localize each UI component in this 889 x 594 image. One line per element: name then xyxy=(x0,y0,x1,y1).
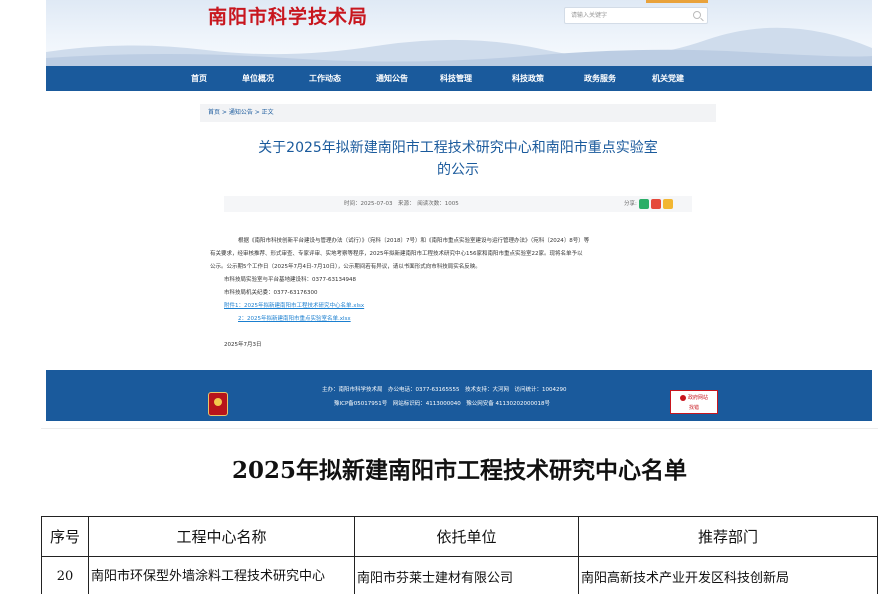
nav-item-party[interactable]: 机关党建 xyxy=(652,66,684,91)
center-list-table: 序号 工程中心名称 依托单位 推荐部门 20 南阳市环保型外墙涂料工程技术研究中… xyxy=(41,516,878,594)
website-screenshot: 南阳市科学技术局 请输入关键字 首页 单位概况 工作动态 通知公告 科技管理 科… xyxy=(46,0,872,421)
table-header-row: 序号 工程中心名称 依托单位 推荐部门 xyxy=(41,516,878,557)
main-nav: 首页 单位概况 工作动态 通知公告 科技管理 科技政策 政务服务 机关党建 xyxy=(46,66,872,91)
contact-discipline-office: 市科技局机关纪委：0377-63176300 xyxy=(224,290,318,296)
wechat-share-icon[interactable] xyxy=(638,199,649,209)
article-meta-info: 时间：2025-07-03 来源： 阅读次数：1005 xyxy=(344,201,459,207)
nav-item-home[interactable]: 首页 xyxy=(191,66,207,91)
nav-item-services[interactable]: 政务服务 xyxy=(584,66,616,91)
share-label: 分享: xyxy=(624,201,637,207)
share-bar: 分享: xyxy=(624,196,673,212)
gov-badge-line1: 政府网站 xyxy=(687,395,708,401)
article-title: 关于2025年拟新建南阳市工程技术研究中心和南阳市重点实验室 的公示 xyxy=(200,137,716,181)
search-placeholder: 请输入关键字 xyxy=(571,12,608,19)
site-footer: 主办：南阳市科学技术局 办公电话：0377-63165555 技术支持：大河网 … xyxy=(46,370,872,421)
cell-name: 南阳市环保型外墙涂料工程技术研究中心 xyxy=(88,556,355,594)
column-header-no: 序号 xyxy=(41,516,89,557)
mountain-banner-graphic xyxy=(46,27,872,66)
column-header-name: 工程中心名称 xyxy=(88,516,355,557)
gov-site-error-badge[interactable]: 政府网站 找错 xyxy=(670,390,718,414)
qzone-share-icon[interactable] xyxy=(662,199,673,209)
article-title-line1: 关于2025年拟新建南阳市工程技术研究中心和南阳市重点实验室 xyxy=(258,140,658,156)
header-accent-strip xyxy=(646,0,708,3)
article-meta-bar: 时间：2025-07-03 来源： 阅读次数：1005 分享: xyxy=(224,196,692,212)
site-header: 南阳市科学技术局 请输入关键字 xyxy=(46,0,872,66)
nav-item-notices[interactable]: 通知公告 xyxy=(376,66,408,91)
body-paragraph-line2: 有关要求，经审核推荐、形式审查、专家评审、实地考察等程序，2025年拟新建南阳市… xyxy=(210,251,583,257)
cell-dept: 南阳高新技术产业开发区科技创新局 xyxy=(578,556,878,594)
breadcrumb[interactable]: 首页 > 通知公告 > 正文 xyxy=(200,104,716,122)
weibo-share-icon[interactable] xyxy=(650,199,661,209)
body-paragraph-line3: 公示。公示期5个工作日（2025年7月4日-7月10日），公示期间若有异议，请以… xyxy=(210,264,481,270)
cell-no: 20 xyxy=(41,556,89,594)
nav-item-tech-policy[interactable]: 科技政策 xyxy=(512,66,544,91)
attachment-link-2[interactable]: 2：2025年拟新建南阳市重点实验室名单.xlsx xyxy=(224,313,704,326)
article-title-line2: 的公示 xyxy=(437,162,479,178)
gov-emblem-icon xyxy=(679,394,686,401)
attachment-document: 2025年拟新建南阳市工程技术研究中心名单 序号 工程中心名称 依托单位 推荐部… xyxy=(41,428,878,594)
document-title: 2025年拟新建南阳市工程技术研究中心名单 xyxy=(231,457,687,484)
search-input[interactable]: 请输入关键字 xyxy=(564,7,708,24)
national-emblem-icon xyxy=(208,392,228,416)
table-row: 20 南阳市环保型外墙涂料工程技术研究中心 南阳市芬莱士建材有限公司 南阳高新技… xyxy=(41,556,878,594)
contact-lab-office: 市科技局实验室与平台基地建设科：0377-63134948 xyxy=(224,277,356,283)
search-icon[interactable] xyxy=(693,11,701,19)
nav-item-tech-management[interactable]: 科技管理 xyxy=(440,66,472,91)
footer-sponsor-info: 主办：南阳市科学技术局 办公电话：0377-63165555 技术支持：大河网 … xyxy=(322,387,567,393)
column-header-dept: 推荐部门 xyxy=(578,516,878,557)
article-body: 根据《南阳市科技创新平台建设与管理办法（试行）》（宛科〔2018〕7号）和《南阳… xyxy=(210,235,704,352)
nav-item-news[interactable]: 工作动态 xyxy=(309,66,341,91)
body-paragraph-line1: 根据《南阳市科技创新平台建设与管理办法（试行）》（宛科〔2018〕7号）和《南阳… xyxy=(238,238,590,244)
gov-badge-line2: 找错 xyxy=(688,405,699,411)
attachment-link-1[interactable]: 附件1：2025年拟新建南阳市工程技术研究中心名单.xlsx xyxy=(224,300,704,313)
footer-icp-info[interactable]: 豫ICP备05017951号 网站标识码：4113000040 豫公网安备 41… xyxy=(334,399,550,407)
nav-item-about[interactable]: 单位概况 xyxy=(242,66,274,91)
article-date: 2025年7月3日 xyxy=(224,342,262,348)
cell-org: 南阳市芬莱士建材有限公司 xyxy=(354,556,579,594)
column-header-org: 依托单位 xyxy=(354,516,579,557)
site-title: 南阳市科学技术局 xyxy=(208,6,369,28)
